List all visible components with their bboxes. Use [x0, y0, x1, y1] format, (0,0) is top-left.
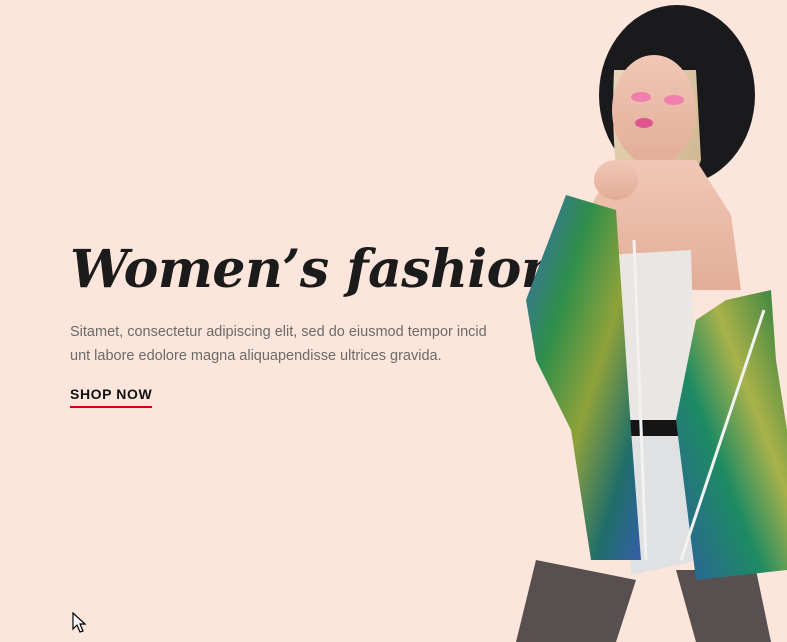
hero-description-line: Sitamet, consectetur adipiscing elit, se… [70, 324, 487, 340]
mouse-cursor-icon [72, 612, 87, 633]
shop-now-link[interactable]: SHOP NOW [70, 386, 153, 408]
model-photo [516, 5, 787, 642]
hero-text-block: Women’s fashion Sitamet, consectetur adi… [70, 232, 559, 408]
hero-description-line: unt labore edolore magna aliquapendisse … [70, 348, 442, 364]
hero-banner: Women’s fashion Sitamet, consectetur adi… [0, 0, 787, 642]
hero-description: Sitamet, consectetur adipiscing elit, se… [70, 320, 540, 368]
hero-title: Women’s fashion [70, 239, 559, 300]
